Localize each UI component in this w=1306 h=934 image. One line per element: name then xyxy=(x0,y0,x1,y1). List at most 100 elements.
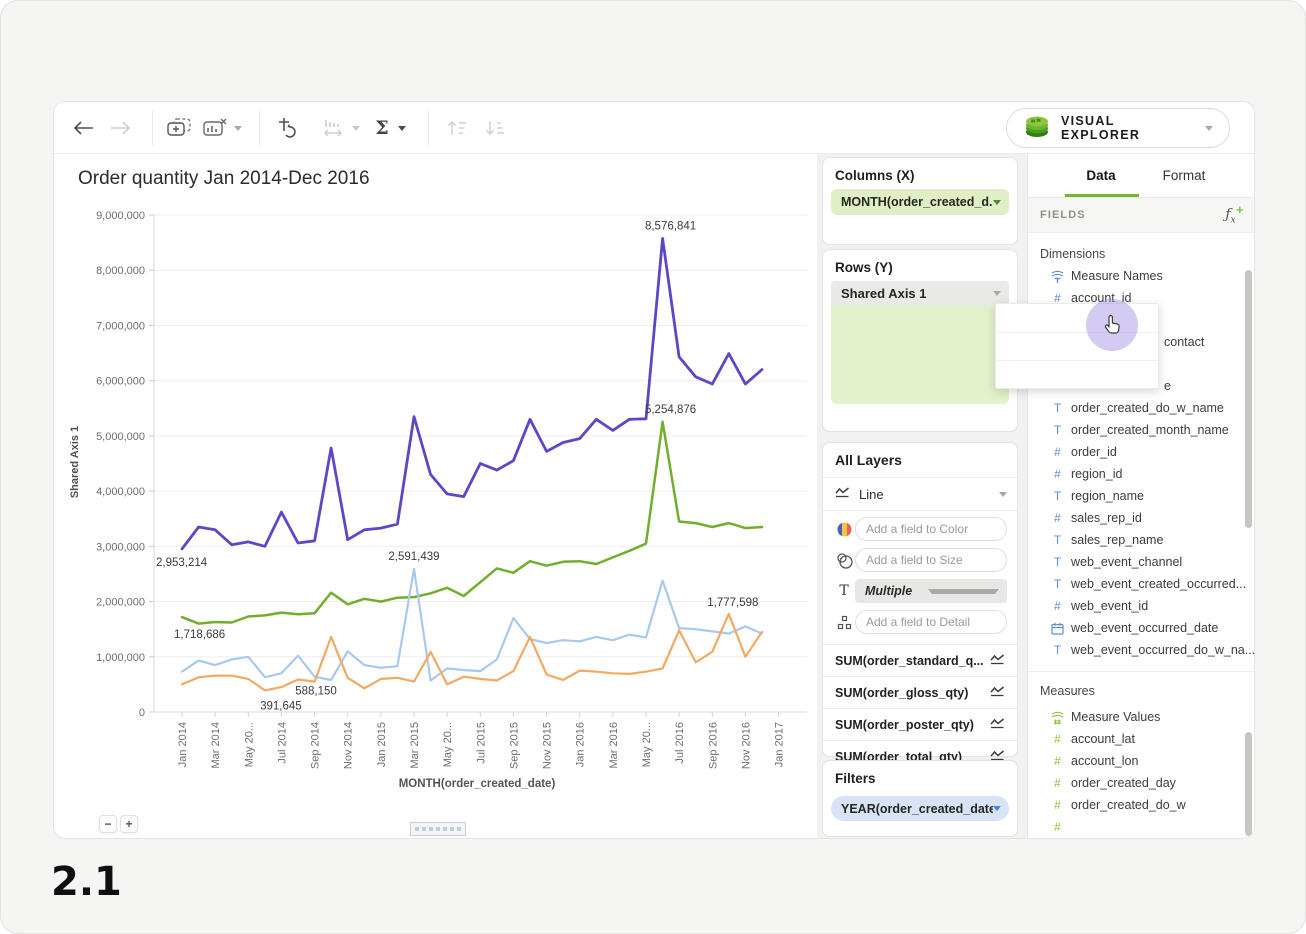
svg-text:588,150: 588,150 xyxy=(295,686,337,698)
shelf-rail: Columns (X) MONTH(order_created_d... Row… xyxy=(817,154,1027,839)
field-item[interactable]: # order_created_day xyxy=(1028,772,1255,794)
size-field-input[interactable]: Add a field to Size xyxy=(855,548,1007,572)
line-chart[interactable]: 01,000,0002,000,0003,000,0004,000,0005,0… xyxy=(54,154,874,839)
detail-shelf: Add a field to Detail xyxy=(823,609,1017,635)
layer-field-row[interactable]: SUM(order_standard_q... xyxy=(823,644,1017,676)
columns-field-pill[interactable]: MONTH(order_created_d... xyxy=(831,189,1009,215)
field-item[interactable]: # order_id xyxy=(1028,441,1255,463)
svg-text:6,000,000: 6,000,000 xyxy=(96,376,145,388)
number-icon: # xyxy=(1050,820,1065,834)
rows-panel-title: Rows (Y) xyxy=(823,250,1017,281)
visual-explorer-button[interactable]: VISUAL EXPLORER xyxy=(1006,108,1230,148)
layer-field-list: SUM(order_standard_q... SUM(order_gloss_… xyxy=(823,644,1017,772)
field-item[interactable]: T order_created_do_w_name xyxy=(1028,397,1255,419)
field-item[interactable]: web_event_occurred_date xyxy=(1028,617,1255,639)
new-visualization-button[interactable] xyxy=(164,102,194,154)
measures-scrollbar[interactable] xyxy=(1245,732,1252,836)
fields-header-label: FIELDS xyxy=(1040,209,1225,221)
label-icon: T xyxy=(833,583,855,599)
field-item[interactable]: # account_lon xyxy=(1028,750,1255,772)
context-menu-item[interactable] xyxy=(996,360,1158,388)
slide-number: 2.1 xyxy=(51,859,122,905)
svg-text:2,953,214: 2,953,214 xyxy=(156,557,208,569)
zoom-in-button[interactable]: + xyxy=(120,815,138,833)
green-stack-icon xyxy=(1023,113,1051,144)
field-item[interactable]: T web_event_channel xyxy=(1028,551,1255,573)
chart-type-dropdown[interactable]: Line xyxy=(823,478,1017,511)
horizontal-scroll-handle[interactable] xyxy=(410,822,466,836)
text-icon: T xyxy=(1050,401,1065,415)
measures-label: Measures xyxy=(1028,684,1255,698)
add-calculation-icon[interactable]: ƒx+ xyxy=(1225,205,1244,225)
svg-text:Nov 2015: Nov 2015 xyxy=(542,722,554,769)
field-item[interactable]: T region_name xyxy=(1028,485,1255,507)
toolbar-separator xyxy=(152,111,153,145)
aggregate-sigma-button[interactable]: Σ xyxy=(370,102,394,154)
svg-text:Mar 2015: Mar 2015 xyxy=(409,722,421,768)
chevron-down-icon xyxy=(993,200,1001,205)
svg-text:Sep 2014: Sep 2014 xyxy=(310,722,322,769)
shared-axis-member[interactable] xyxy=(831,310,1009,332)
trend-line-icon xyxy=(990,716,1005,734)
text-icon: T xyxy=(1050,533,1065,547)
toolbar-separator xyxy=(259,111,260,145)
rows-panel: Rows (Y) Shared Axis 1 xyxy=(822,249,1018,432)
svg-text:May 20...: May 20... xyxy=(641,722,653,767)
svg-text:Jul 2015: Jul 2015 xyxy=(475,722,487,764)
field-item[interactable]: T web_event_occurred_do_w_na... xyxy=(1028,639,1255,661)
shared-axis-dropdown[interactable]: Shared Axis 1 xyxy=(831,281,1009,306)
field-item[interactable]: # sales_rep_id xyxy=(1028,507,1255,529)
detail-field-input[interactable]: Add a field to Detail xyxy=(855,610,1007,634)
filter-label: YEAR(order_created_date) xyxy=(841,802,993,816)
shared-axis-label: Shared Axis 1 xyxy=(841,286,993,301)
text-icon: T xyxy=(1050,577,1065,591)
remove-visualization-button[interactable] xyxy=(200,102,230,154)
back-button[interactable] xyxy=(71,102,97,154)
shared-axis-member[interactable] xyxy=(831,376,1009,398)
tab-format[interactable]: Format xyxy=(1156,154,1212,198)
layer-field-row[interactable]: SUM(order_poster_qty) xyxy=(823,708,1017,740)
text-icon: T xyxy=(1050,423,1065,437)
active-tab-underline xyxy=(1065,194,1139,197)
svg-text:Jan 2014: Jan 2014 xyxy=(177,722,189,767)
field-item[interactable]: Measure Names xyxy=(1028,265,1255,287)
layer-field-row[interactable]: SUM(order_gloss_qty) xyxy=(823,676,1017,708)
remove-visualization-caret[interactable] xyxy=(230,102,246,154)
line-chart-icon xyxy=(835,485,850,503)
svg-text:3,000,000: 3,000,000 xyxy=(96,541,145,553)
dimensions-label: Dimensions xyxy=(1028,247,1255,261)
aggregate-caret[interactable] xyxy=(394,102,410,154)
tab-data[interactable]: Data xyxy=(1074,154,1128,198)
field-item[interactable]: # region_id xyxy=(1028,463,1255,485)
swap-axes-button[interactable] xyxy=(272,102,302,154)
color-field-input[interactable]: Add a field to Color xyxy=(855,517,1007,541)
svg-text:Jan 2015: Jan 2015 xyxy=(376,722,388,767)
svg-text:May 20...: May 20... xyxy=(442,722,454,767)
filter-pill[interactable]: YEAR(order_created_date) xyxy=(831,796,1009,821)
dimensions-scrollbar[interactable] xyxy=(1245,270,1252,528)
forward-button[interactable] xyxy=(107,102,133,154)
field-item[interactable]: # account_lat xyxy=(1028,728,1255,750)
columns-panel: Columns (X) MONTH(order_created_d... xyxy=(822,157,1018,245)
svg-text:1,777,598: 1,777,598 xyxy=(707,597,758,609)
field-item[interactable]: # order_created_do_w xyxy=(1028,794,1255,816)
field-item[interactable]: T web_event_created_occurred... xyxy=(1028,573,1255,595)
size-icon xyxy=(833,552,855,569)
field-item[interactable]: # xyxy=(1028,816,1255,838)
sort-descending-button[interactable] xyxy=(480,102,510,154)
bar-size-button[interactable] xyxy=(318,102,348,154)
shared-axis-member[interactable] xyxy=(831,332,1009,354)
label-field-dropdown[interactable]: Multiple xyxy=(855,579,1007,603)
bar-size-caret[interactable] xyxy=(348,102,364,154)
shared-axis-members xyxy=(831,306,1009,404)
svg-text:0: 0 xyxy=(139,707,145,719)
svg-text:Sep 2016: Sep 2016 xyxy=(707,722,719,769)
field-item[interactable]: T order_created_month_name xyxy=(1028,419,1255,441)
zoom-out-button[interactable]: − xyxy=(99,815,117,833)
field-item[interactable]: T sales_rep_name xyxy=(1028,529,1255,551)
field-item[interactable]: Measure Values xyxy=(1028,706,1255,728)
fields-header: FIELDS ƒx+ xyxy=(1028,198,1255,233)
sort-ascending-button[interactable] xyxy=(442,102,472,154)
shared-axis-member[interactable] xyxy=(831,354,1009,376)
field-item[interactable]: # web_event_id xyxy=(1028,595,1255,617)
